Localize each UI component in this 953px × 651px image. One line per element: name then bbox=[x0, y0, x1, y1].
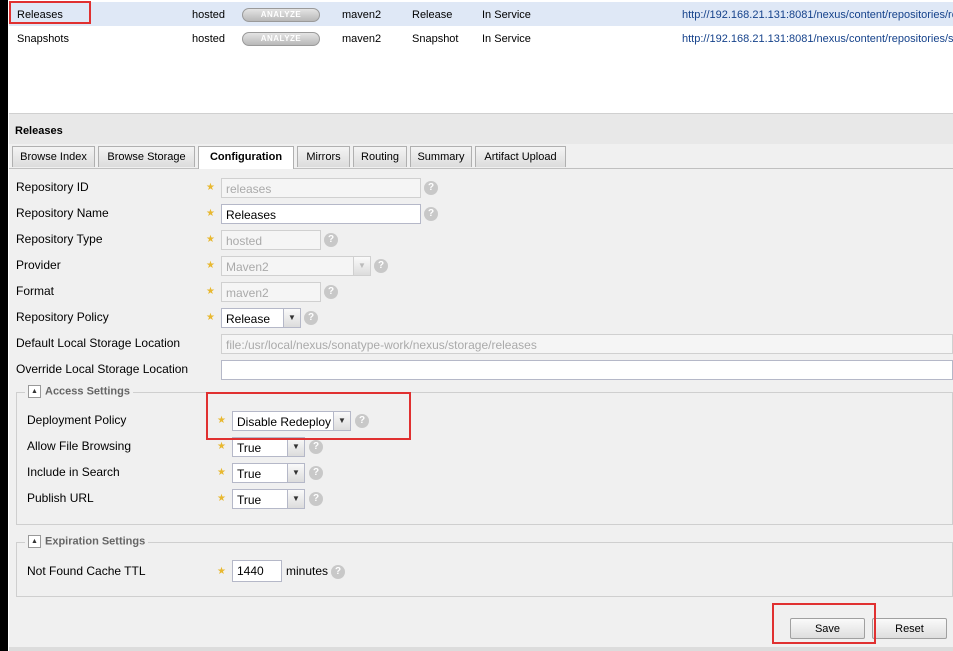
tab-mirrors[interactable]: Mirrors bbox=[297, 146, 350, 167]
label-allow-file-browsing: Allow File Browsing bbox=[27, 439, 132, 453]
help-icon[interactable]: ? bbox=[374, 259, 388, 273]
repo-url[interactable]: http://192.168.21.131:8081/nexus/content… bbox=[682, 33, 953, 45]
label-repository-policy: Repository Policy bbox=[16, 310, 109, 324]
repo-status: In Service bbox=[482, 9, 531, 21]
highlight-deployment-policy bbox=[206, 392, 411, 440]
repository-type-field: hosted bbox=[221, 230, 321, 250]
tab-routing[interactable]: Routing bbox=[353, 146, 407, 167]
label-publish-url: Publish URL bbox=[27, 491, 94, 505]
publish-url-select[interactable]: True ▼ bbox=[232, 489, 305, 509]
chevron-down-icon[interactable]: ▼ bbox=[287, 490, 304, 508]
panel-footer bbox=[9, 647, 953, 651]
label-default-storage: Default Local Storage Location bbox=[16, 336, 181, 350]
required-star-icon: ★ bbox=[206, 312, 215, 323]
repository-row-snapshots[interactable]: Snapshots hosted ANALYZE maven2 Snapshot… bbox=[9, 26, 953, 50]
help-icon[interactable]: ? bbox=[324, 233, 338, 247]
highlight-save-button bbox=[772, 603, 876, 644]
include-in-search-value: True bbox=[237, 467, 262, 481]
expiration-settings-legend[interactable]: ▲ Expiration Settings bbox=[25, 535, 149, 548]
label-deployment-policy: Deployment Policy bbox=[27, 413, 127, 427]
required-star-icon: ★ bbox=[206, 182, 215, 193]
help-icon[interactable]: ? bbox=[309, 440, 323, 454]
provider-select: Maven2 ▼ bbox=[221, 256, 371, 276]
repo-type: hosted bbox=[192, 9, 226, 21]
repo-policy: Snapshot bbox=[412, 33, 459, 45]
required-star-icon: ★ bbox=[206, 286, 215, 297]
label-format: Format bbox=[16, 284, 55, 298]
analyze-button[interactable]: ANALYZE bbox=[242, 32, 320, 46]
repo-url[interactable]: http://192.168.21.131:8081/nexus/content… bbox=[682, 9, 953, 21]
collapse-icon[interactable]: ▲ bbox=[28, 535, 41, 548]
required-star-icon: ★ bbox=[217, 441, 226, 452]
analyze-button[interactable]: ANALYZE bbox=[242, 8, 320, 22]
chevron-down-icon[interactable]: ▼ bbox=[287, 438, 304, 456]
help-icon[interactable]: ? bbox=[424, 181, 438, 195]
repo-format: maven2 bbox=[342, 33, 382, 45]
chevron-down-icon: ▼ bbox=[353, 257, 370, 275]
required-star-icon: ★ bbox=[206, 208, 215, 219]
default-storage-field: file:/usr/local/nexus/sonatype-work/nexu… bbox=[221, 334, 953, 354]
required-star-icon: ★ bbox=[206, 234, 215, 245]
access-settings-title: Access Settings bbox=[45, 385, 130, 398]
repo-name: Snapshots bbox=[17, 33, 69, 45]
repository-name-input[interactable]: Releases bbox=[221, 204, 421, 224]
required-star-icon: ★ bbox=[217, 566, 226, 577]
repository-policy-value: Release bbox=[226, 312, 271, 326]
help-icon[interactable]: ? bbox=[304, 311, 318, 325]
panel-title: Releases bbox=[15, 125, 63, 137]
expiration-settings-fieldset bbox=[16, 542, 953, 597]
repo-policy: Release bbox=[412, 9, 453, 21]
label-provider: Provider bbox=[16, 258, 61, 272]
label-override-storage: Override Local Storage Location bbox=[16, 362, 189, 376]
repository-grid: Releases hosted ANALYZE maven2 Release I… bbox=[9, 0, 953, 114]
label-include-in-search: Include in Search bbox=[27, 465, 120, 479]
reset-button[interactable]: Reset bbox=[872, 618, 947, 639]
label-repository-name: Repository Name bbox=[16, 206, 109, 220]
label-repository-id: Repository ID bbox=[16, 180, 89, 194]
required-star-icon: ★ bbox=[217, 467, 226, 478]
include-in-search-select[interactable]: True ▼ bbox=[232, 463, 305, 483]
ttl-unit-label: minutes bbox=[286, 564, 329, 578]
publish-url-value: True bbox=[237, 493, 262, 507]
highlight-releases-row bbox=[9, 1, 91, 24]
tab-configuration[interactable]: Configuration bbox=[198, 146, 294, 169]
repository-id-field: releases bbox=[221, 178, 421, 198]
help-icon[interactable]: ? bbox=[309, 492, 323, 506]
collapse-icon[interactable]: ▲ bbox=[28, 385, 41, 398]
tab-browse-storage[interactable]: Browse Storage bbox=[98, 146, 195, 167]
help-icon[interactable]: ? bbox=[424, 207, 438, 221]
repo-format: maven2 bbox=[342, 9, 382, 21]
override-storage-input[interactable] bbox=[221, 360, 953, 380]
panel-header: Releases bbox=[9, 114, 953, 144]
help-icon[interactable]: ? bbox=[331, 565, 345, 579]
repository-row-releases[interactable]: Releases hosted ANALYZE maven2 Release I… bbox=[9, 2, 953, 27]
chevron-down-icon[interactable]: ▼ bbox=[283, 309, 300, 327]
tab-artifact-upload[interactable]: Artifact Upload bbox=[475, 146, 566, 167]
expiration-settings-title: Expiration Settings bbox=[45, 535, 146, 548]
not-found-cache-ttl-input[interactable]: 1440 bbox=[232, 560, 282, 582]
help-icon[interactable]: ? bbox=[324, 285, 338, 299]
repo-status: In Service bbox=[482, 33, 531, 45]
repository-policy-select[interactable]: Release ▼ bbox=[221, 308, 301, 328]
format-field: maven2 bbox=[221, 282, 321, 302]
chevron-down-icon[interactable]: ▼ bbox=[287, 464, 304, 482]
access-settings-fieldset bbox=[16, 392, 953, 525]
required-star-icon: ★ bbox=[206, 260, 215, 271]
label-repository-type: Repository Type bbox=[16, 232, 103, 246]
label-not-found-cache-ttl: Not Found Cache TTL bbox=[27, 564, 146, 578]
left-border bbox=[0, 0, 8, 651]
allow-file-browsing-select[interactable]: True ▼ bbox=[232, 437, 305, 457]
tab-browse-index[interactable]: Browse Index bbox=[12, 146, 95, 167]
provider-value: Maven2 bbox=[226, 260, 269, 274]
allow-file-browsing-value: True bbox=[237, 441, 262, 455]
help-icon[interactable]: ? bbox=[309, 466, 323, 480]
repo-type: hosted bbox=[192, 33, 226, 45]
required-star-icon: ★ bbox=[217, 493, 226, 504]
access-settings-legend[interactable]: ▲ Access Settings bbox=[25, 385, 133, 398]
tab-summary[interactable]: Summary bbox=[410, 146, 472, 167]
tab-bar: Browse Index Browse Storage Configuratio… bbox=[9, 144, 953, 169]
repository-config-panel: Releases Browse Index Browse Storage Con… bbox=[9, 114, 953, 651]
